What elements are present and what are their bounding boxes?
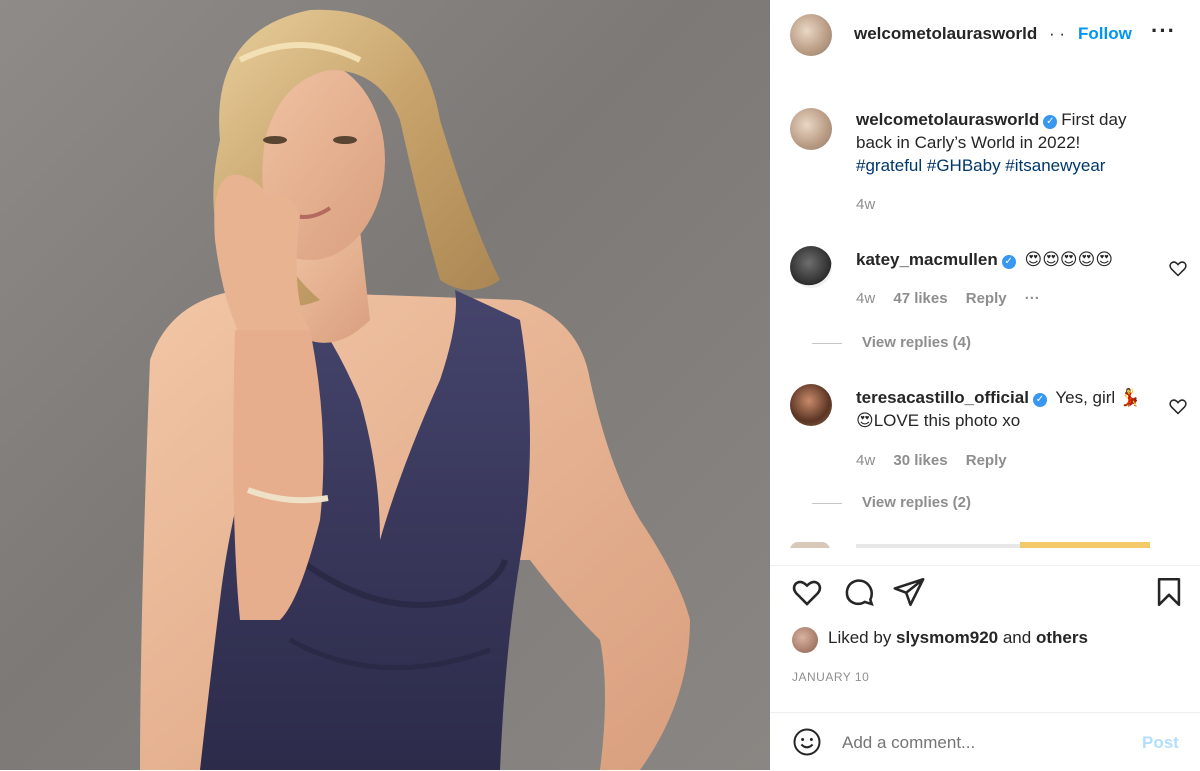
comment-time: 4w <box>856 452 876 469</box>
view-replies-button[interactable]: View replies (4) <box>812 334 971 351</box>
comment-time: 4w <box>856 290 876 307</box>
view-replies-label: View replies (4) <box>862 334 971 351</box>
verified-badge-icon: ✓ <box>1032 393 1047 407</box>
caption-text: welcometolaurasworld ✓ First day back in C… <box>856 108 1156 177</box>
view-replies-button[interactable]: View replies (2) <box>812 494 971 511</box>
caption-avatar[interactable] <box>790 108 832 150</box>
likes-prefix: Liked by <box>828 628 897 647</box>
header-separator: · · <box>1049 24 1066 43</box>
comment-likes[interactable]: 30 likes <box>893 452 947 469</box>
caption-meta: 4w <box>856 196 889 213</box>
like-comment-heart-icon[interactable] <box>1168 258 1188 278</box>
post-photo[interactable] <box>0 0 770 770</box>
comment-username[interactable]: teresacastillo_official <box>856 388 1029 407</box>
comments-list[interactable]: welcometolaurasworld ✓ First day back in C… <box>770 68 1200 548</box>
paper-plane-icon[interactable] <box>892 575 926 609</box>
likes-others-link[interactable]: others <box>1036 628 1088 647</box>
caption-hashtags[interactable]: #grateful #GHBaby #itsanewyear <box>856 156 1105 175</box>
liker-avatar[interactable] <box>792 627 818 653</box>
post-detail-panel: welcometolaurasworld · · Follow ··· welc… <box>770 0 1200 770</box>
post-comment-button[interactable]: Post <box>1142 733 1179 753</box>
replies-line <box>812 502 842 504</box>
heart-icon[interactable] <box>790 575 824 609</box>
author-avatar[interactable] <box>790 14 832 56</box>
follow-button[interactable]: Follow <box>1078 24 1132 44</box>
comment-avatar[interactable] <box>790 384 832 426</box>
bookmark-icon[interactable] <box>1152 575 1186 609</box>
caption-time: 4w <box>856 196 876 213</box>
comment-more-icon[interactable]: ··· <box>1025 290 1040 307</box>
reply-button[interactable]: Reply <box>966 290 1007 307</box>
add-comment-input[interactable] <box>842 733 1122 753</box>
caption-username[interactable]: welcometolaurasworld <box>856 110 1039 129</box>
next-comment-peek <box>790 542 1150 548</box>
smile-icon[interactable] <box>792 727 822 757</box>
verified-badge-icon: ✓ <box>1043 115 1058 129</box>
verified-badge-icon: ✓ <box>1001 255 1016 269</box>
post-date: JANUARY 10 <box>792 670 870 684</box>
reply-button[interactable]: Reply <box>966 452 1007 469</box>
woman-portrait-illustration <box>140 9 690 770</box>
action-bar <box>770 565 1200 616</box>
comment-text: katey_macmullen ✓ 😍😍😍😍😍 <box>856 248 1156 271</box>
replies-line <box>812 342 842 344</box>
comment-text: teresacastillo_official ✓ Yes, girl 💃😍LOV… <box>856 386 1156 432</box>
comment-meta: 4w 47 likes Reply ··· <box>856 290 1054 307</box>
comment-body: 😍😍😍😍😍 <box>1024 250 1114 269</box>
likes-middle: and <box>998 628 1036 647</box>
view-replies-label: View replies (2) <box>862 494 971 511</box>
comment-likes[interactable]: 47 likes <box>893 290 947 307</box>
add-comment-bar: Post <box>770 712 1200 771</box>
comment-username[interactable]: katey_macmullen <box>856 250 998 269</box>
author-username[interactable]: welcometolaurasworld <box>854 24 1037 44</box>
more-options-icon[interactable]: ··· <box>1151 18 1176 44</box>
comment-avatar[interactable] <box>790 246 832 288</box>
like-comment-heart-icon[interactable] <box>1168 396 1188 416</box>
liker-username[interactable]: slysmom920 <box>896 628 998 647</box>
comment-meta: 4w 30 likes Reply <box>856 452 1021 469</box>
likes-text: Liked by slysmom920 and others <box>828 628 1088 648</box>
comment-icon[interactable] <box>842 575 876 609</box>
post-header: welcometolaurasworld · · Follow ··· <box>770 0 1200 68</box>
